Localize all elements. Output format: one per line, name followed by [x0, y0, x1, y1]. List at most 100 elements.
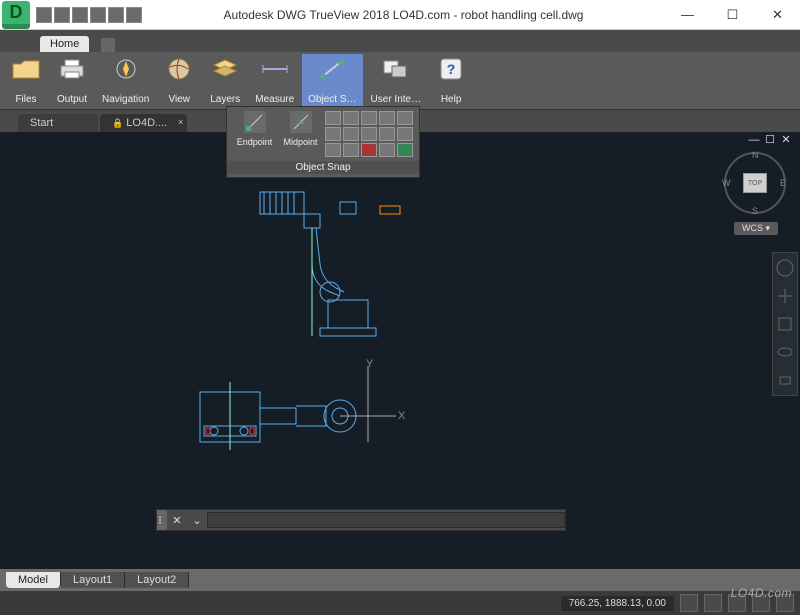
ribbon-user-interface[interactable]: User Inte…: [365, 54, 428, 107]
snap-label-midpoint: Midpoint: [283, 137, 317, 147]
viewport-close[interactable]: ✕: [780, 135, 792, 147]
snap-midpoint[interactable]: [290, 111, 312, 133]
tab-home[interactable]: Home: [40, 36, 89, 52]
object-snap-dropdown: Endpoint Midpoint Object Snap: [226, 106, 420, 178]
menu-row: Home: [0, 30, 800, 52]
snap-nearest-icon[interactable]: [361, 127, 377, 141]
layout-tab-model[interactable]: Model: [6, 572, 61, 588]
snap-icon: [316, 56, 348, 82]
snap-apparent-icon[interactable]: [379, 127, 395, 141]
layout-tab-layout1[interactable]: Layout1: [61, 572, 125, 588]
globe-icon: [163, 56, 195, 82]
snap-tangent-icon[interactable]: [343, 127, 359, 141]
ribbon-measure[interactable]: Measure: [249, 54, 300, 107]
ui-icon: [380, 56, 412, 82]
ruler-icon: [259, 56, 291, 82]
axis-x-label: X: [398, 410, 405, 422]
layers-icon: [209, 56, 241, 82]
snap-panel-title: Object Snap: [227, 161, 419, 174]
snap-none-icon[interactable]: [325, 143, 341, 157]
lock-icon: 🔒: [112, 118, 123, 128]
ribbon-label: Layers: [210, 94, 240, 105]
qat-save-icon[interactable]: [54, 7, 70, 23]
file-tab-start[interactable]: Start: [18, 114, 98, 132]
compass-icon: [110, 56, 142, 82]
zoom-extents-icon[interactable]: [776, 315, 794, 333]
ribbon-navigation[interactable]: Navigation: [96, 54, 155, 107]
viewcube[interactable]: TOP N E S W: [724, 152, 786, 214]
ribbon-layers[interactable]: Layers: [203, 54, 247, 107]
drawing-canvas[interactable]: X Y — ☐ ✕ TOP N E S W WCS ▾ ✕ ⌄: [0, 132, 800, 569]
qat-redo-icon[interactable]: [108, 7, 124, 23]
command-close-button[interactable]: ✕: [167, 514, 187, 527]
axis-y-label: Y: [366, 358, 373, 370]
viewport-controls: — ☐ ✕: [748, 135, 792, 147]
title-bar: D Autodesk DWG TrueView 2018 LO4D.com - …: [0, 0, 800, 30]
qat-dropdown-icon[interactable]: [126, 7, 142, 23]
ribbon-object-snap[interactable]: Object S…: [302, 54, 362, 107]
snap-perpendicular-icon[interactable]: [325, 127, 341, 141]
snap-extension-icon[interactable]: [343, 143, 359, 157]
command-drag-handle[interactable]: [157, 510, 167, 530]
snap-parallel-icon[interactable]: [397, 127, 413, 141]
snap-intersection-icon[interactable]: [379, 111, 395, 125]
printer-icon: [56, 56, 88, 82]
snap-endpoint[interactable]: [244, 111, 266, 133]
ribbon-label: Files: [15, 94, 36, 105]
status-grid-icon[interactable]: [680, 594, 698, 612]
qat-open-icon[interactable]: [36, 7, 52, 23]
ribbon-label: User Inte…: [371, 94, 422, 105]
snap-icon-grid: [325, 111, 413, 157]
snap-label-endpoint: Endpoint: [237, 137, 273, 147]
command-history-button[interactable]: ⌄: [187, 514, 207, 527]
watermark-text: LO4D.com: [731, 586, 792, 600]
snap-node-icon[interactable]: [343, 111, 359, 125]
status-bar: 766.25, 1888.13, 0.00: [0, 591, 800, 615]
ribbon-output[interactable]: Output: [50, 54, 94, 107]
wcs-selector[interactable]: WCS ▾: [734, 222, 778, 235]
qat-undo-icon[interactable]: [90, 7, 106, 23]
snap-center-icon[interactable]: [325, 111, 341, 125]
close-button[interactable]: ✕: [755, 0, 800, 29]
qat-print-icon[interactable]: [72, 7, 88, 23]
wheel-icon[interactable]: [776, 259, 794, 277]
viewport-minimize[interactable]: —: [748, 135, 760, 147]
compass-e: E: [780, 178, 786, 188]
ribbon-label: Navigation: [102, 94, 149, 105]
command-input[interactable]: [207, 512, 565, 528]
ribbon-label: Output: [57, 94, 87, 105]
status-model-icon[interactable]: [704, 594, 722, 612]
quick-access-toolbar: [36, 7, 142, 23]
pan-icon[interactable]: [776, 287, 794, 305]
svg-text:?: ?: [447, 61, 456, 77]
command-line: ✕ ⌄: [156, 509, 566, 531]
ribbon-help[interactable]: ? Help: [429, 54, 473, 107]
layout-tabs-row: Model Layout1 Layout2: [0, 569, 800, 591]
snap-tracking-icon[interactable]: [397, 143, 413, 157]
ribbon-view[interactable]: View: [157, 54, 201, 107]
navigation-bar: [772, 252, 798, 396]
drawing-content: [0, 132, 800, 569]
folder-icon: [10, 56, 42, 82]
compass-w: W: [722, 178, 731, 188]
snap-mid2-icon[interactable]: [379, 143, 395, 157]
snap-from-icon[interactable]: [361, 143, 377, 157]
window-controls: — ☐ ✕: [665, 0, 800, 29]
orbit-icon[interactable]: [776, 343, 794, 361]
maximize-button[interactable]: ☐: [710, 0, 755, 29]
layout-tab-layout2[interactable]: Layout2: [125, 572, 189, 588]
ribbon-pin-icon[interactable]: [101, 38, 115, 52]
showmotion-icon[interactable]: [776, 371, 794, 389]
app-icon[interactable]: D: [2, 1, 30, 29]
file-tab-document[interactable]: 🔒 LO4D.... ×: [100, 114, 187, 132]
viewport-maximize[interactable]: ☐: [764, 135, 776, 147]
minimize-button[interactable]: —: [665, 0, 710, 29]
tab-close-icon[interactable]: ×: [178, 117, 183, 127]
ribbon-label: Measure: [255, 94, 294, 105]
viewcube-face-top[interactable]: TOP: [743, 173, 767, 193]
compass-n: N: [752, 150, 759, 160]
ribbon-files[interactable]: Files: [4, 54, 48, 107]
snap-quadrant-icon[interactable]: [361, 111, 377, 125]
snap-insertion-icon[interactable]: [397, 111, 413, 125]
compass-s: S: [752, 206, 758, 216]
